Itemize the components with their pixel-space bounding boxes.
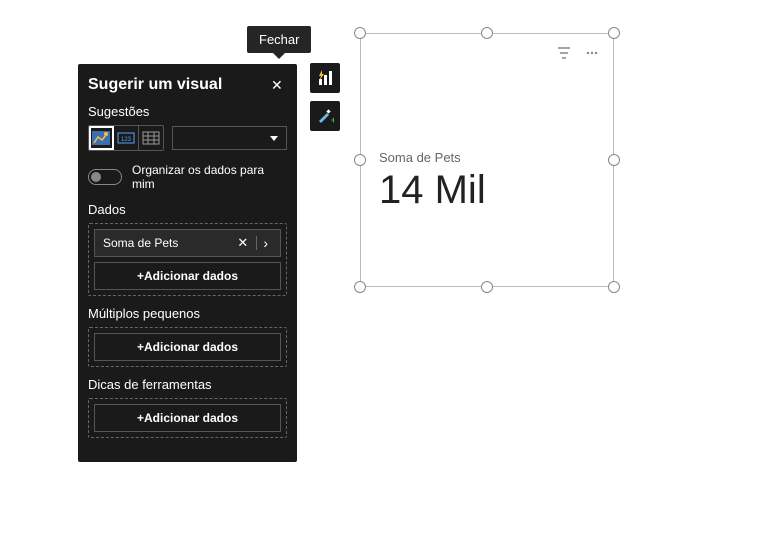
- resize-handle-bl[interactable]: [354, 281, 366, 293]
- tooltips-section-label: Dicas de ferramentas: [88, 377, 287, 392]
- table-visual-icon: [142, 131, 160, 145]
- chart-lightning-icon: [316, 69, 334, 87]
- suggestions-label: Sugestões: [88, 104, 287, 119]
- pill-divider: [256, 236, 257, 250]
- chevron-down-icon: [270, 136, 278, 141]
- matrix-visual-chip[interactable]: 123: [114, 126, 139, 150]
- suggest-visual-panel: Sugerir um visual Sugestões 123: [78, 64, 297, 462]
- remove-field-icon[interactable]: ✕: [231, 235, 254, 251]
- svg-text:123: 123: [121, 137, 132, 143]
- close-icon[interactable]: [271, 77, 287, 93]
- data-field-well[interactable]: Soma de Pets ✕ › +Adicionar dados: [88, 223, 287, 296]
- organize-data-label: Organizar os dados para mim: [132, 163, 287, 192]
- resize-handle-ml[interactable]: [354, 154, 366, 166]
- resize-handle-mr[interactable]: [608, 154, 620, 166]
- panel-title: Sugerir um visual: [88, 76, 222, 94]
- resize-handle-br[interactable]: [608, 281, 620, 293]
- resize-handle-tr[interactable]: [608, 27, 620, 39]
- add-data-button[interactable]: +Adicionar dados: [94, 262, 281, 290]
- resize-handle-tl[interactable]: [354, 27, 366, 39]
- card-value: 14 Mil: [379, 168, 486, 213]
- visual-card[interactable]: Soma de Pets 14 Mil: [360, 33, 614, 287]
- add-small-multiples-button[interactable]: +Adicionar dados: [94, 333, 281, 361]
- tooltips-well[interactable]: +Adicionar dados: [88, 398, 287, 438]
- visual-type-dropdown[interactable]: [172, 126, 287, 150]
- resize-handle-bm[interactable]: [481, 281, 493, 293]
- add-tooltips-button[interactable]: +Adicionar dados: [94, 404, 281, 432]
- card-visual-chip[interactable]: [89, 126, 114, 150]
- more-options-icon[interactable]: [585, 46, 599, 63]
- format-visual-button[interactable]: +: [310, 101, 340, 131]
- suggest-visual-button[interactable]: [310, 63, 340, 93]
- paintbrush-plus-icon: +: [316, 107, 334, 125]
- card-visual-icon: [92, 131, 110, 145]
- small-multiples-well[interactable]: +Adicionar dados: [88, 327, 287, 367]
- data-section-label: Dados: [88, 202, 287, 217]
- field-menu-icon[interactable]: ›: [259, 235, 272, 251]
- filter-icon[interactable]: [557, 46, 571, 63]
- table-visual-chip[interactable]: [139, 126, 163, 150]
- visual-type-chips: 123: [88, 125, 164, 151]
- svg-text:+: +: [331, 115, 334, 125]
- resize-handle-tm[interactable]: [481, 27, 493, 39]
- organize-data-toggle[interactable]: [88, 169, 122, 185]
- field-pill-soma-de-pets[interactable]: Soma de Pets ✕ ›: [94, 229, 281, 257]
- matrix-visual-icon: 123: [117, 131, 135, 145]
- field-name: Soma de Pets: [103, 236, 231, 250]
- small-multiples-label: Múltiplos pequenos: [88, 306, 287, 321]
- visual-tools: +: [310, 63, 340, 139]
- close-tooltip: Fechar: [247, 26, 311, 53]
- card-label: Soma de Pets: [379, 150, 461, 165]
- selected-visual[interactable]: Soma de Pets 14 Mil: [354, 27, 620, 293]
